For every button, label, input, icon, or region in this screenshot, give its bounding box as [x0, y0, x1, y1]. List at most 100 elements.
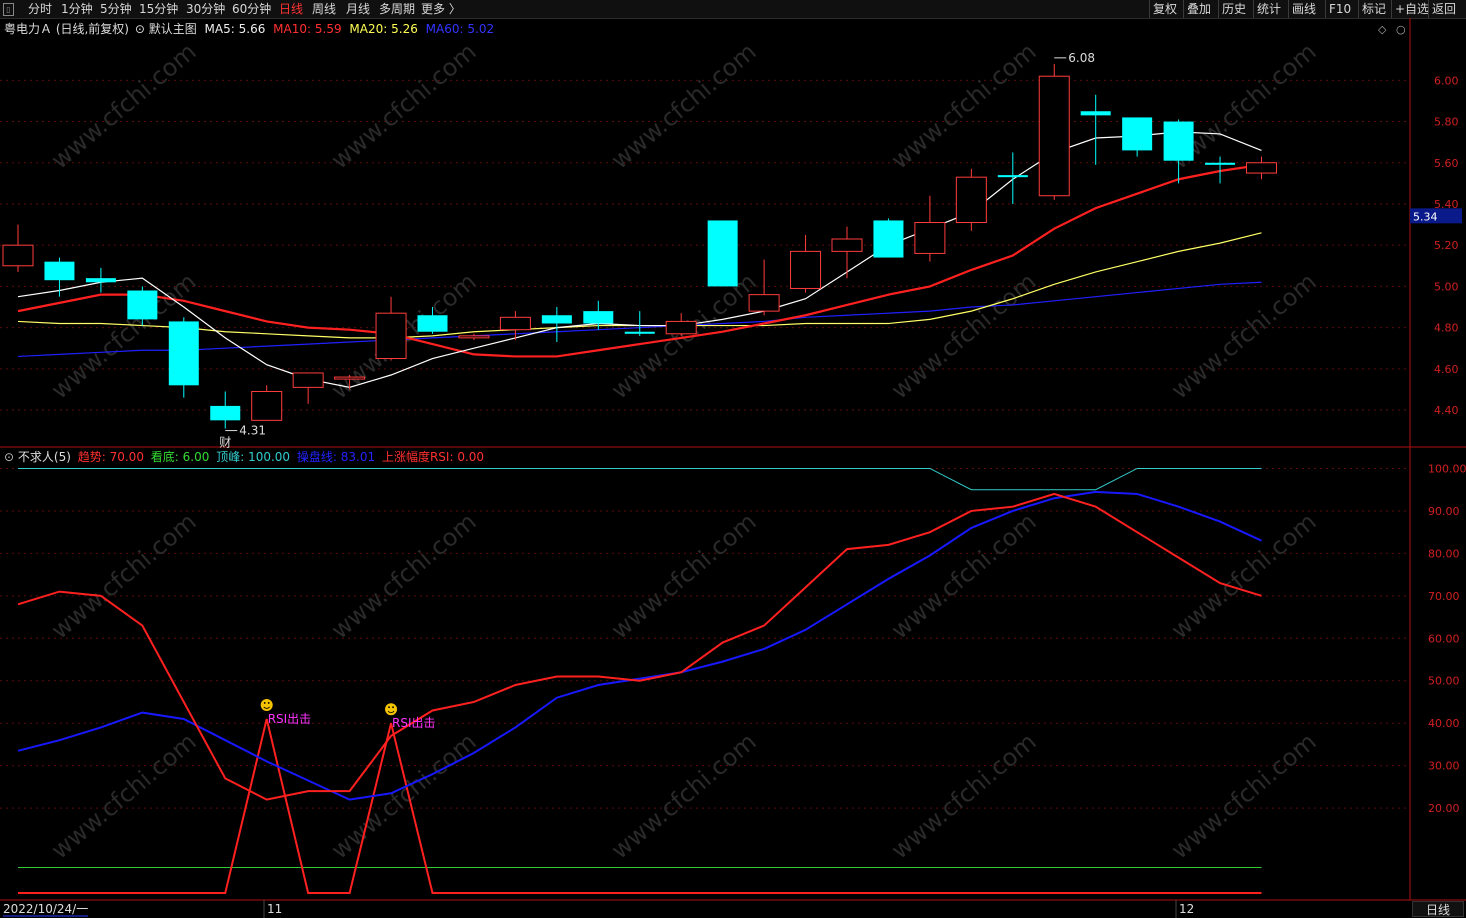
smiley-icon	[260, 698, 273, 711]
low-price-label: 4.31	[239, 424, 266, 438]
price-axes: 6.005.805.605.405.205.004.804.604.40100.…	[1378, 23, 1466, 815]
candle-body	[1163, 121, 1194, 161]
circle-icon: ○	[1396, 23, 1406, 36]
candle	[955, 168, 987, 231]
series-line-4	[18, 718, 1262, 894]
watermark-text: www.cfchi.com	[886, 507, 1042, 644]
candle-body	[2, 244, 34, 267]
watermark-text: www.cfchi.com	[886, 727, 1042, 864]
candle-body	[499, 316, 531, 331]
price-axis-label: 5.80	[1434, 116, 1459, 129]
candle-body	[127, 290, 158, 320]
indicator-axis-label: 50.00	[1428, 675, 1460, 688]
moving-average-lines	[17, 131, 1262, 388]
candle-body	[251, 390, 283, 421]
watermark-text: www.cfchi.com	[46, 727, 202, 864]
series-line-2	[18, 467, 1262, 491]
candle-body	[210, 405, 241, 421]
smiley-icon	[385, 703, 398, 716]
candle-body	[292, 372, 324, 388]
candle-body	[873, 220, 904, 258]
price-axis-label: 5.20	[1434, 239, 1459, 252]
candle	[873, 218, 904, 258]
candle	[2, 224, 34, 272]
price-axis-label: 4.80	[1434, 322, 1459, 335]
indicator-axis-label: 20.00	[1428, 802, 1460, 815]
candle-body	[85, 278, 116, 283]
watermark-text: www.cfchi.com	[326, 507, 482, 644]
smiley-eye	[267, 702, 270, 704]
candle	[624, 311, 655, 336]
candle-body	[748, 294, 780, 312]
candle-body	[665, 320, 697, 335]
watermark-text: www.cfchi.com	[606, 507, 762, 644]
rsi-signal-label: RSI出击	[392, 716, 436, 730]
price-axis-label: 6.00	[1434, 74, 1459, 87]
watermark-text: www.cfchi.com	[606, 267, 762, 404]
candle	[375, 296, 407, 361]
candle	[458, 333, 490, 340]
indicator-annotations: RSI出击 RSI出击	[260, 698, 436, 730]
indicator-axis-label: 60.00	[1428, 632, 1460, 645]
indicator-axis-label: 80.00	[1428, 547, 1460, 560]
candle	[1246, 156, 1277, 180]
candle-body	[624, 331, 655, 334]
series-line-0	[17, 492, 1262, 801]
watermark-text: www.cfchi.com	[1166, 267, 1322, 404]
price-axis-label: 4.40	[1434, 404, 1459, 417]
price-axis-label: 4.60	[1434, 363, 1459, 376]
candle-body	[44, 261, 75, 281]
watermarks: www.cfchi.com www.cfchi.com www.cfchi.com w…	[46, 37, 1322, 864]
candle	[85, 267, 116, 293]
watermark-text: www.cfchi.com	[606, 727, 762, 864]
watermark-text: www.cfchi.com	[1166, 727, 1322, 864]
candle	[914, 195, 946, 262]
candle-body	[914, 222, 946, 254]
price-axis-label: 5.60	[1434, 157, 1459, 170]
candle-body	[1205, 162, 1236, 165]
watermark-text: www.cfchi.com	[886, 267, 1042, 404]
candle	[1080, 94, 1111, 165]
candle	[1038, 63, 1070, 200]
finance-marker: 财	[219, 436, 231, 450]
indicator-axis-label: 70.00	[1428, 590, 1460, 603]
candle	[210, 391, 241, 429]
candle	[44, 257, 75, 297]
smiley-eye	[388, 706, 390, 709]
candle-body	[831, 238, 863, 252]
smiley-eye	[263, 702, 266, 704]
watermark-text: www.cfchi.com	[1166, 507, 1322, 644]
price-axis-label: 5.00	[1434, 280, 1459, 293]
period-button[interactable]: 日线	[1412, 901, 1464, 917]
candle	[251, 385, 283, 421]
candle-body	[1038, 75, 1070, 197]
candle-body	[583, 311, 614, 324]
watermark-text: www.cfchi.com	[606, 37, 762, 174]
candle	[168, 317, 199, 398]
rsi-signal-label: RSI出击	[268, 712, 312, 726]
candle-body	[1080, 111, 1111, 116]
candle	[292, 372, 324, 404]
candle-body	[955, 176, 987, 224]
candle	[1122, 117, 1153, 157]
candle-body	[790, 250, 822, 289]
candle-body	[707, 220, 738, 287]
date-axis: 2022/10/24/一 11 12	[3, 900, 1194, 918]
candle-body	[458, 335, 490, 339]
candle-body	[168, 321, 199, 386]
smiley-eye	[392, 706, 394, 709]
candle-body	[997, 175, 1028, 178]
kline-chart[interactable]: www.cfchi.com www.cfchi.com www.cfchi.com w…	[0, 0, 1466, 918]
date-nov-label: 11	[267, 902, 282, 916]
date-start-label: 2022/10/24/一	[3, 902, 88, 916]
indicator-axis-label: 100.00	[1428, 462, 1466, 475]
indicator-axis-label: 30.00	[1428, 760, 1460, 773]
diamond-icon: ◇	[1378, 23, 1387, 36]
candle-body	[334, 376, 366, 380]
high-price-label: 6.08	[1068, 51, 1095, 65]
candle	[707, 220, 738, 287]
watermark-text: www.cfchi.com	[326, 727, 482, 864]
candle	[831, 226, 863, 279]
candle-body	[1122, 117, 1153, 151]
candle	[1163, 119, 1194, 184]
